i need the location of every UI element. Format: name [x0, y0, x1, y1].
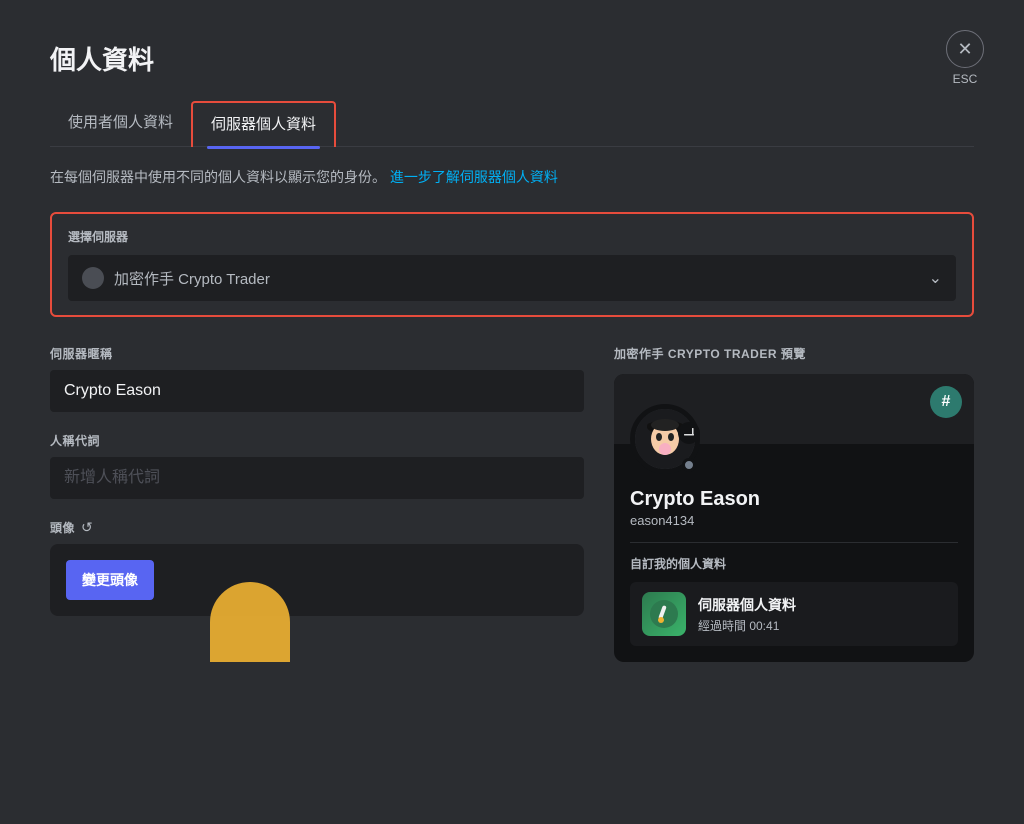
right-panel: 加密作手 CRYPTO TRADER 預覽 [614, 345, 974, 662]
preview-handle: eason4134 [630, 513, 958, 528]
esc-button[interactable]: ✕ ESC [946, 30, 984, 86]
avatar-section: 頭像 ↺ 變更頭像 [50, 519, 584, 616]
activity-title: 伺服器個人資料 [698, 595, 796, 615]
pronoun-label: 人稱代詞 [50, 432, 584, 449]
main-content: 伺服器暱稱 人稱代詞 頭像 ↺ 變更頭像 [50, 345, 974, 662]
preview-banner: # [614, 374, 974, 444]
server-icon [82, 267, 104, 289]
nickname-section: 伺服器暱稱 [50, 345, 584, 412]
pronoun-section: 人稱代詞 [50, 432, 584, 499]
preview-activity: 伺服器個人資料 經過時間 00:41 [630, 582, 958, 646]
server-select-section: 選擇伺服器 加密作手 Crypto Trader ⌄ [50, 212, 974, 317]
preview-username: Crypto Eason [630, 488, 958, 511]
preview-customize-label: 自訂我的個人資料 [630, 555, 958, 572]
avatar-box: 變更頭像 [50, 544, 584, 616]
page-title: 個人資料 [50, 40, 974, 77]
preview-divider [630, 542, 958, 543]
tabs-container: 使用者個人資料 伺服器個人資料 [50, 101, 974, 147]
description-text: 在每個伺服器中使用不同的個人資料以顯示您的身份。 進一步了解伺服器個人資料 [50, 167, 974, 188]
learn-more-link[interactable]: 進一步了解伺服器個人資料 [390, 169, 558, 185]
preview-body: Crypto Eason eason4134 自訂我的個人資料 [614, 444, 974, 662]
nickname-label: 伺服器暱稱 [50, 345, 584, 362]
tab-user-profile[interactable]: 使用者個人資料 [50, 101, 191, 146]
activity-icon [642, 592, 686, 636]
esc-label: ESC [953, 72, 978, 86]
chevron-down-icon: ⌄ [929, 268, 942, 288]
server-dropdown[interactable]: 加密作手 Crypto Trader ⌄ [68, 255, 956, 301]
preview-label: 加密作手 CRYPTO TRADER 預覽 [614, 345, 974, 362]
nickname-input[interactable] [50, 370, 584, 412]
hashtag-badge: # [930, 386, 962, 418]
left-panel: 伺服器暱稱 人稱代詞 頭像 ↺ 變更頭像 [50, 345, 584, 662]
reset-icon[interactable]: ↺ [81, 519, 93, 536]
avatar-label: 頭像 [50, 519, 75, 536]
server-select-label: 選擇伺服器 [68, 228, 956, 245]
close-icon: ✕ [946, 30, 984, 68]
preview-card: # Crypto Eason eason4134 自訂我的個人資料 [614, 374, 974, 662]
change-avatar-button[interactable]: 變更頭像 [66, 560, 154, 600]
preview-avatar-wrap [630, 404, 700, 474]
server-name: 加密作手 Crypto Trader [114, 268, 270, 289]
decorative-shape [210, 582, 290, 662]
tab-server-profile[interactable]: 伺服器個人資料 [191, 101, 336, 147]
edit-avatar-icon[interactable] [678, 422, 700, 444]
pronoun-input[interactable] [50, 457, 584, 499]
activity-elapsed: 經過時間 00:41 [698, 617, 796, 634]
activity-info: 伺服器個人資料 經過時間 00:41 [698, 595, 796, 634]
status-indicator [682, 458, 696, 472]
